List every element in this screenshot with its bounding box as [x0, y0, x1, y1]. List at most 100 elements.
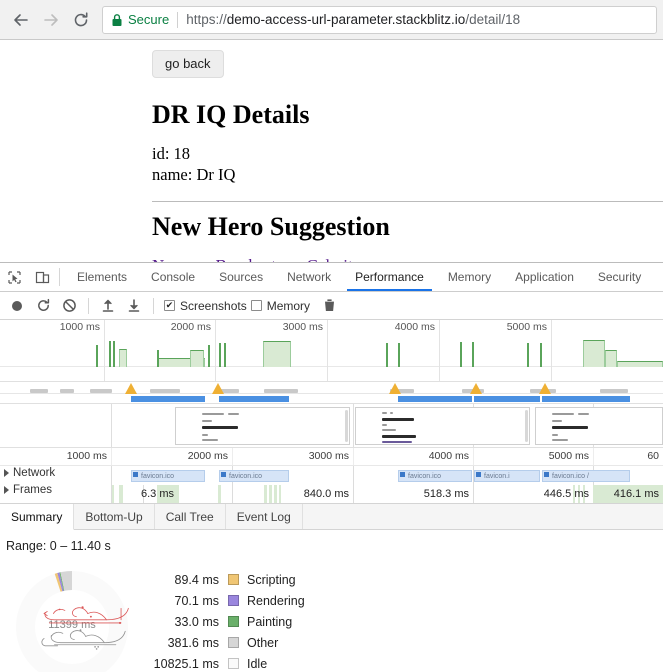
- reload-and-profile-button[interactable]: [30, 294, 56, 318]
- url-path: /detail/18: [465, 12, 521, 27]
- forward-button[interactable]: [36, 5, 66, 35]
- load-profile-icon[interactable]: [95, 294, 121, 318]
- cpu-activity-bar: [583, 340, 605, 367]
- frame-block: [269, 485, 272, 503]
- overview-network-strip[interactable]: [0, 382, 663, 404]
- tab-elements[interactable]: Elements: [65, 263, 139, 291]
- cpu-activity-spike: [219, 343, 221, 367]
- legend-item-idle[interactable]: 10825.1 ms Idle: [150, 653, 305, 672]
- warning-triangle-icon: [470, 383, 482, 394]
- content-divider: [152, 201, 663, 203]
- tab-bottom-up[interactable]: Bottom-Up: [74, 504, 155, 529]
- legend-label-other: Other: [247, 635, 279, 650]
- frame-block: [218, 485, 221, 503]
- filmstrip-thumbnail[interactable]: [355, 407, 530, 445]
- network-strip-baseline: [0, 393, 663, 394]
- track-frames-row[interactable]: Frames: [4, 484, 52, 496]
- cpu-activity-bar: [617, 361, 663, 367]
- network-request-row[interactable]: favicon.i: [474, 470, 540, 482]
- url-scheme: https://: [186, 12, 227, 27]
- network-request-row[interactable]: favicon.ico: [131, 470, 205, 482]
- tab-event-log[interactable]: Event Log: [226, 504, 303, 529]
- activity-donut-chart[interactable]: 11399 ms: [0, 541, 158, 672]
- summary-tabbar: Summary Bottom-Up Call Tree Event Log: [0, 504, 663, 530]
- network-request-row[interactable]: favicon.ico /: [542, 470, 630, 482]
- cpu-activity-spike: [113, 341, 115, 367]
- legend-item-other[interactable]: 381.6 ms Other: [150, 632, 305, 653]
- tab-application[interactable]: Application: [503, 263, 586, 291]
- hero-link-narco[interactable]: Narco: [152, 256, 194, 262]
- overview-ruler-label: 4000 ms: [394, 321, 435, 333]
- reload-button[interactable]: [66, 5, 96, 35]
- hero-link-bombasto[interactable]: Bombasto: [216, 256, 285, 262]
- legend-label-rendering: Rendering: [247, 593, 305, 608]
- detail-ruler-label: 4000 ms: [428, 450, 469, 462]
- overview-cpu-chart[interactable]: 1000 ms 2000 ms 3000 ms 4000 ms 5000 ms: [0, 320, 663, 382]
- device-toolbar-icon[interactable]: [28, 263, 56, 291]
- cpu-activity-spike: [208, 345, 210, 367]
- expand-triangle-icon: [4, 486, 9, 494]
- clear-button[interactable]: [56, 294, 82, 318]
- screenshot-filmstrip[interactable]: [0, 404, 663, 448]
- screenshots-checkbox[interactable]: ✔ Screenshots: [164, 299, 247, 313]
- hero-name-line: name: Dr IQ: [152, 164, 236, 184]
- network-marker: [600, 389, 628, 393]
- network-request-row[interactable]: favicon.ico: [398, 470, 472, 482]
- address-bar[interactable]: Secure https://demo-access-url-parameter…: [102, 5, 657, 34]
- track-frames-label: Frames: [13, 484, 52, 496]
- filmstrip-thumbnail[interactable]: [535, 407, 663, 445]
- frame-block: [264, 485, 267, 503]
- frame-block: [274, 485, 277, 503]
- tab-sources[interactable]: Sources: [207, 263, 275, 291]
- network-request-bar: [398, 396, 472, 402]
- tab-call-tree[interactable]: Call Tree: [155, 504, 226, 529]
- memory-checkbox[interactable]: Memory: [250, 298, 311, 313]
- track-network-label: Network: [13, 467, 56, 479]
- memory-label: Memory: [266, 298, 311, 313]
- cpu-activity-spike: [527, 343, 529, 367]
- cpu-activity-spike: [460, 342, 462, 367]
- legend-label-scripting: Scripting: [247, 572, 296, 587]
- tab-console[interactable]: Console: [139, 263, 207, 291]
- legend-item-scripting[interactable]: 89.4 ms Scripting: [150, 569, 305, 590]
- network-request-bar: [219, 396, 289, 402]
- cpu-activity-spike: [224, 343, 226, 367]
- cpu-activity-bar: [119, 349, 127, 367]
- warning-triangle-icon: [125, 383, 137, 394]
- back-button[interactable]: [6, 5, 36, 35]
- hero-link-celeritas[interactable]: Celeritas: [306, 256, 366, 262]
- performance-toolbar: ✔ Screenshots Memory: [0, 292, 663, 320]
- network-request-row[interactable]: favicon.ico: [219, 470, 289, 482]
- timeline-detail-ruler: 1000 ms 2000 ms 3000 ms 4000 ms 5000 ms …: [0, 448, 663, 466]
- detail-tick: [473, 448, 474, 465]
- devtools-tabbar: Elements Console Sources Network Perform…: [0, 263, 663, 292]
- collect-garbage-icon[interactable]: [316, 294, 342, 318]
- tab-memory[interactable]: Memory: [436, 263, 503, 291]
- legend-item-painting[interactable]: 33.0 ms Painting: [150, 611, 305, 632]
- browser-toolbar: Secure https://demo-access-url-parameter…: [0, 0, 663, 40]
- network-marker: [150, 389, 180, 393]
- tab-network[interactable]: Network: [275, 263, 343, 291]
- cpu-activity-spike: [398, 343, 400, 367]
- detail-ruler-label: 1000 ms: [66, 450, 107, 462]
- filmstrip-thumbnail[interactable]: [175, 407, 350, 445]
- tab-security[interactable]: Security: [586, 263, 653, 291]
- track-network-row[interactable]: Network: [4, 467, 56, 479]
- frame-block: [119, 485, 123, 503]
- legend-value-painting: 33.0 ms: [174, 614, 219, 629]
- tab-summary[interactable]: Summary: [0, 504, 75, 530]
- legend-swatch-rendering: [228, 595, 239, 606]
- legend-item-rendering[interactable]: 70.1 ms Rendering: [150, 590, 305, 611]
- record-button[interactable]: [4, 294, 30, 318]
- overview-ruler-label: 1000 ms: [59, 321, 100, 333]
- overview-tick: [104, 320, 105, 381]
- detail-ruler-label: 2000 ms: [187, 450, 228, 462]
- inspect-element-icon[interactable]: [0, 263, 28, 291]
- go-back-button[interactable]: go back: [152, 50, 224, 78]
- cpu-activity-bar: [605, 350, 617, 367]
- detail-ruler-label: 60: [647, 450, 659, 462]
- cpu-activity-bar: [263, 341, 291, 367]
- save-profile-icon[interactable]: [121, 294, 147, 318]
- tab-performance[interactable]: Performance: [343, 263, 436, 291]
- suggestion-title: New Hero Suggestion: [152, 212, 390, 242]
